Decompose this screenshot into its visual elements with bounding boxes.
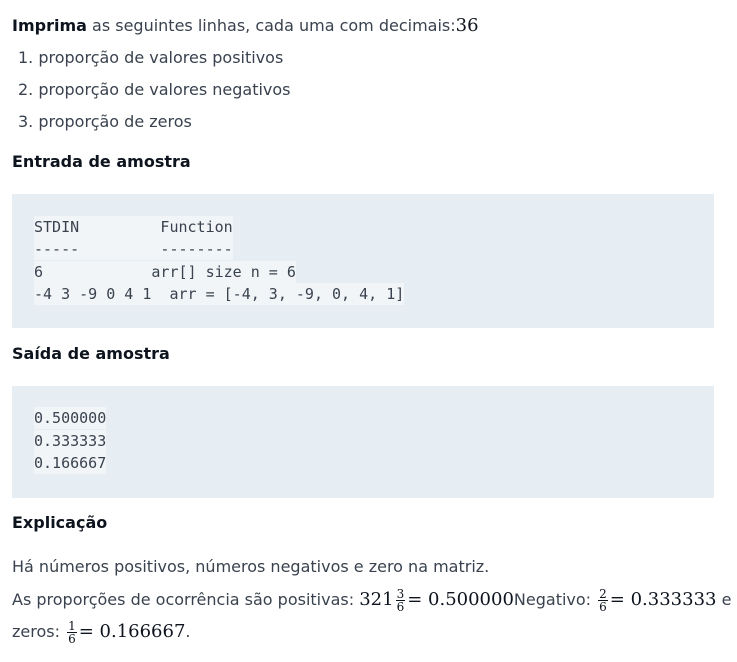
conjunction: e: [716, 590, 732, 609]
positive-result: = 0.500000: [407, 589, 514, 610]
code-line: 0.166667: [34, 452, 107, 474]
explanation-heading: Explicação: [12, 513, 108, 532]
intro-math: 36: [455, 15, 479, 36]
code-line: ----- --------: [34, 238, 233, 260]
list-item: 1. proporção de valores positivos: [18, 48, 284, 67]
sample-output-heading: Saída de amostra: [12, 344, 170, 363]
zeros-label: zeros:: [12, 622, 66, 641]
negative-label: Negativo:: [513, 590, 597, 609]
negative-result: = 0.333333: [609, 589, 717, 610]
list-item: 2. proporção de valores negativos: [18, 80, 291, 99]
sample-input-codeblock: STDIN Function ----- -------- 6 arr[] si…: [12, 194, 714, 328]
explanation-line-1: Há números positivos, números negativos …: [12, 557, 490, 576]
ratio-intro: As proporções de ocorrência são positiva…: [12, 590, 360, 609]
code-line: 0.333333: [34, 430, 107, 452]
intro-line: Imprima as seguintes linhas, cada uma co…: [12, 15, 479, 37]
code-line: 0.500000: [34, 407, 107, 429]
explanation-line-3: zeros: 1 6 = 0.166667.: [12, 618, 191, 646]
list-item: 3. proporção de zeros: [18, 112, 192, 131]
sample-output-codeblock: 0.500000 0.333333 0.166667: [12, 386, 714, 498]
zeros-fraction: 16: [67, 620, 77, 645]
zeros-result: = 0.166667: [78, 621, 186, 642]
negative-fraction: 26: [598, 588, 608, 613]
intro-text: as seguintes linhas, cada uma com decima…: [86, 16, 456, 35]
code-line: -4 3 -9 0 4 1 arr = [-4, 3, -9, 0, 4, 1]: [34, 283, 405, 305]
positive-fraction: 36: [395, 588, 406, 614]
explanation-line-2: As proporções de ocorrência são positiva…: [12, 586, 731, 614]
intro-bold: Imprima: [12, 16, 87, 35]
positive-lead: 321: [359, 589, 394, 610]
sample-input-heading: Entrada de amostra: [12, 152, 191, 171]
fraction-denominator: 6: [68, 632, 76, 646]
code-line: 6 arr[] size n = 6: [34, 261, 296, 283]
code-line: STDIN Function: [34, 216, 233, 238]
fraction-denominator: 6: [396, 600, 405, 614]
period: .: [185, 622, 191, 641]
fraction-denominator: 6: [599, 600, 607, 614]
